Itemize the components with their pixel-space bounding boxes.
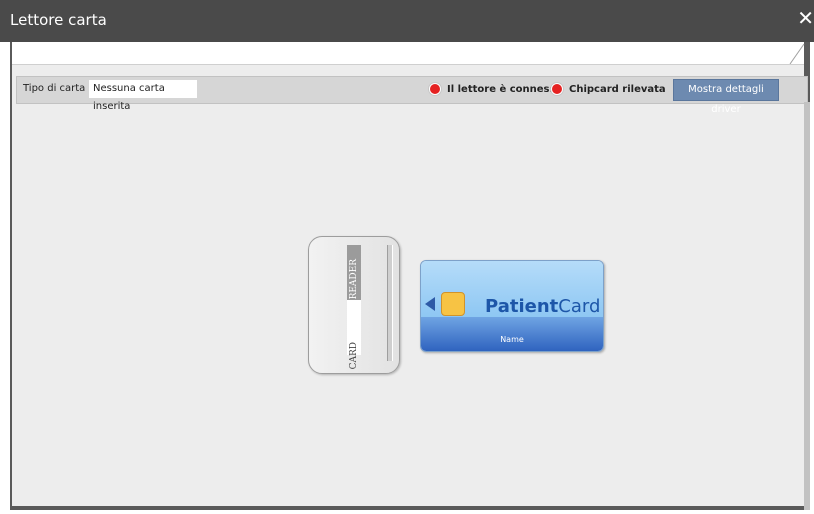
close-icon[interactable]: ✕ xyxy=(797,6,814,30)
window-title: Lettore carta xyxy=(10,11,107,29)
corner-diagonal xyxy=(789,43,805,64)
patient-card-illustration: PatientCard Name xyxy=(420,260,604,352)
card-name-label: Name xyxy=(500,335,524,344)
status-dot-icon xyxy=(429,83,441,95)
title-bar: Lettore carta ✕ xyxy=(0,0,814,42)
card-type-field: Nessuna carta inserita xyxy=(89,80,197,112)
card-toolbar: Tipo di carta Nessuna carta inserita Il … xyxy=(16,76,808,115)
card-type-label: Tipo di carta xyxy=(23,83,86,94)
card-title-regular: Card xyxy=(558,296,601,317)
reader-connected-status: Il lettore è connesso xyxy=(429,83,562,95)
reader-connected-label: Il lettore è connesso xyxy=(447,83,563,95)
card-title: PatientCard xyxy=(485,296,600,317)
reader-label-text: READER CARD xyxy=(347,259,361,369)
vertical-scrollbar[interactable] xyxy=(804,102,810,510)
insert-arrow-icon xyxy=(425,297,435,311)
card-bottom xyxy=(421,317,603,351)
chipcard-detected-status: Chipcard rilevata xyxy=(551,83,666,95)
chipcard-detected-label: Chipcard rilevata xyxy=(569,83,666,95)
card-reader-illustration: READER CARD xyxy=(308,236,400,374)
reader-label-bottom: CARD xyxy=(349,341,359,369)
status-dot-icon xyxy=(551,83,563,95)
reader-panel: Tipo di carta Nessuna carta inserita Il … xyxy=(10,42,810,510)
reader-slot xyxy=(387,245,393,361)
reader-label-top: READER xyxy=(349,259,359,300)
header-strip xyxy=(12,42,805,65)
show-driver-details-button[interactable]: Mostra dettagli driver xyxy=(673,79,779,115)
chip-icon xyxy=(441,292,465,316)
card-title-bold: Patient xyxy=(485,296,559,317)
